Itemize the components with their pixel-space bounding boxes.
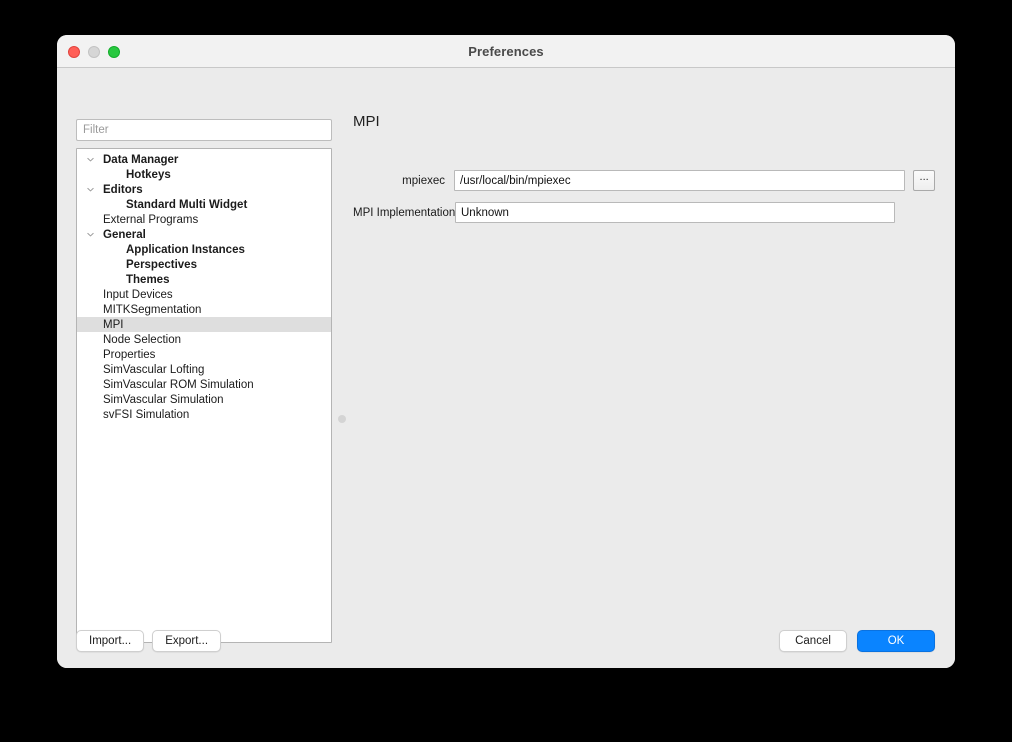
tree-item-label: SimVascular ROM Simulation xyxy=(103,378,254,391)
tree-item-data-manager[interactable]: Data Manager xyxy=(77,152,331,167)
chevron-down-icon[interactable] xyxy=(81,185,99,194)
tree-item-input-devices[interactable]: Input Devices xyxy=(77,287,331,302)
tree-item-label: Properties xyxy=(103,348,156,361)
zoom-window-button[interactable] xyxy=(108,45,120,58)
preferences-sidebar: Data Manager Hotkeys Editors Standard Multi… xyxy=(76,119,332,643)
tree-item-mitksegmentation[interactable]: MITKSegmentation xyxy=(77,302,331,317)
splitter-handle-dot[interactable] xyxy=(338,415,346,423)
tree-item-label: External Programs xyxy=(103,213,199,226)
tree-item-editors[interactable]: Editors xyxy=(77,182,331,197)
tree-item-label: Themes xyxy=(126,273,170,286)
mpiexec-input[interactable] xyxy=(454,170,906,191)
desktop-background: Preferences Data Manager Hotkeys Editors St… xyxy=(0,0,1012,742)
footer-left-actions: Import... Export... xyxy=(76,630,222,652)
mpi-implementation-label: MPI Implementation xyxy=(353,206,456,219)
window-traffic-lights xyxy=(68,35,120,68)
tree-item-application-instances[interactable]: Application Instances xyxy=(77,242,331,257)
tree-item-label: MPI xyxy=(103,318,124,331)
tree-item-label: MITKSegmentation xyxy=(103,303,202,316)
chevron-down-icon[interactable] xyxy=(81,155,99,164)
tree-item-general[interactable]: General xyxy=(77,227,331,242)
tree-item-label: Data Manager xyxy=(103,153,179,166)
browse-mpiexec-button[interactable]: ... xyxy=(913,170,935,191)
tree-item-label: SimVascular Simulation xyxy=(103,393,224,406)
window-body: Data Manager Hotkeys Editors Standard Multi… xyxy=(57,68,955,668)
cancel-button[interactable]: Cancel xyxy=(779,630,847,652)
preferences-content-panel: MPI mpiexec ... MPI Implementation xyxy=(353,113,935,234)
tree-item-node-selection[interactable]: Node Selection xyxy=(77,332,331,347)
tree-item-label: Editors xyxy=(103,183,143,196)
tree-item-svfsi-simulation[interactable]: svFSI Simulation xyxy=(77,407,331,422)
tree-item-perspectives[interactable]: Perspectives xyxy=(77,257,331,272)
tree-item-label: Input Devices xyxy=(103,288,173,301)
tree-item-label: General xyxy=(103,228,146,241)
page-title: MPI xyxy=(353,113,380,130)
tree-item-label: svFSI Simulation xyxy=(103,408,190,421)
tree-item-properties[interactable]: Properties xyxy=(77,347,331,362)
mpi-implementation-row: MPI Implementation xyxy=(353,202,935,223)
chevron-down-icon[interactable] xyxy=(81,230,99,239)
window-title: Preferences xyxy=(468,43,544,59)
tree-item-themes[interactable]: Themes xyxy=(77,272,331,287)
tree-item-simvascular-simulation[interactable]: SimVascular Simulation xyxy=(77,392,331,407)
minimize-window-button[interactable] xyxy=(88,45,100,58)
preferences-window: Preferences Data Manager Hotkeys Editors St… xyxy=(57,35,955,668)
export-button[interactable]: Export... xyxy=(152,630,222,652)
tree-item-standard-multi-widget[interactable]: Standard Multi Widget xyxy=(77,197,331,212)
tree-item-label: SimVascular Lofting xyxy=(103,363,205,376)
mpi-implementation-input[interactable] xyxy=(455,202,895,223)
footer-right-actions: Cancel OK xyxy=(779,630,935,652)
tree-item-hotkeys[interactable]: Hotkeys xyxy=(77,167,331,182)
tree-item-label: Standard Multi Widget xyxy=(126,198,248,211)
filter-input[interactable] xyxy=(76,119,332,141)
window-titlebar: Preferences xyxy=(57,35,955,68)
tree-item-label: Application Instances xyxy=(126,243,245,256)
tree-item-label: Hotkeys xyxy=(126,168,171,181)
ok-button[interactable]: OK xyxy=(857,630,935,652)
tree-item-external-programs[interactable]: External Programs xyxy=(77,212,331,227)
tree-item-simvascular-lofting[interactable]: SimVascular Lofting xyxy=(77,362,331,377)
tree-item-simvascular-rom-simulation[interactable]: SimVascular ROM Simulation xyxy=(77,377,331,392)
preferences-tree[interactable]: Data Manager Hotkeys Editors Standard Multi… xyxy=(76,148,332,643)
close-window-button[interactable] xyxy=(68,45,80,58)
import-button[interactable]: Import... xyxy=(76,630,145,652)
tree-item-mpi[interactable]: MPI xyxy=(77,317,331,332)
panel-splitter[interactable] xyxy=(335,119,349,621)
mpiexec-row: mpiexec ... xyxy=(353,170,935,191)
mpiexec-label: mpiexec xyxy=(402,174,445,187)
tree-item-label: Perspectives xyxy=(126,258,197,271)
tree-item-label: Node Selection xyxy=(103,333,181,346)
mpi-settings-form: mpiexec ... MPI Implementation xyxy=(353,170,935,223)
